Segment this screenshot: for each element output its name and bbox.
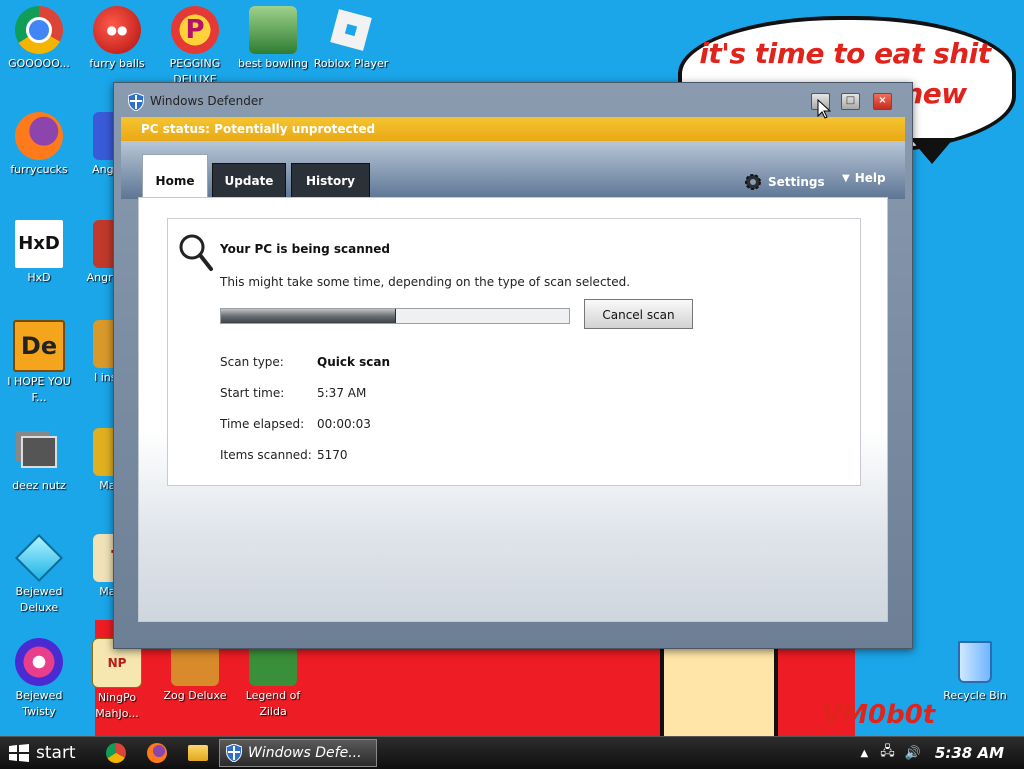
bubble-line-1: it's time to eat shit — [699, 37, 991, 70]
desktop-icon-label: GOOOOO... — [8, 57, 70, 70]
desktop-icon-firefox[interactable]: furrycucks — [0, 112, 78, 178]
time-elapsed-value: 00:00:03 — [317, 417, 371, 431]
chevron-down-icon: ▼ — [842, 172, 850, 184]
desktop-icon-label: Roblox Player — [313, 57, 389, 70]
taskbar: start Windows Defe... ▲ 🖧 🔊 5:38 AM — [0, 736, 1024, 769]
desktop-icon-label: Bejewed Twisty — [15, 689, 63, 718]
maximize-button[interactable]: □ — [841, 93, 860, 110]
close-button[interactable]: × — [873, 93, 892, 110]
desktop-icon-label: HxD — [27, 271, 51, 284]
defender-shield-icon — [128, 93, 144, 111]
desktop-icon-bejewed-twisty[interactable]: Bejewed Twisty — [0, 638, 78, 720]
windows-stack-icon — [15, 428, 63, 476]
scan-progress-fill — [221, 309, 396, 323]
help-label: Help — [854, 171, 886, 185]
volume-icon[interactable]: 🔊 — [905, 746, 921, 761]
red-ball-icon: ●● — [93, 6, 141, 54]
desktop-icon-label: best bowling — [237, 57, 309, 70]
taskbar-chrome-icon[interactable] — [106, 743, 126, 763]
tray-expand-icon[interactable]: ▲ — [861, 748, 869, 759]
mouse-cursor-icon — [817, 99, 831, 119]
desktop-icon-bowling[interactable]: best bowling — [234, 6, 312, 72]
system-tray: ▲ 🖧 🔊 5:38 AM — [861, 737, 1024, 769]
diamond-icon — [14, 533, 64, 583]
defender-window: Windows Defender _ □ × PC status: Potent… — [113, 82, 913, 649]
taskbar-firefox-icon[interactable] — [147, 743, 167, 763]
start-button[interactable]: start — [0, 737, 96, 769]
desktop-icon-label: furrycucks — [10, 163, 68, 176]
tab-history[interactable]: History — [291, 163, 370, 198]
settings-label: Settings — [768, 175, 825, 189]
network-icon[interactable]: 🖧 — [880, 742, 895, 764]
start-time-value: 5:37 AM — [317, 386, 367, 400]
desktop-icon-pegging[interactable]: P PEGGING DELUXE — [156, 6, 234, 88]
start-label: start — [36, 743, 76, 763]
roblox-icon — [327, 6, 375, 54]
de-icon: De — [13, 320, 65, 372]
bowling-icon — [249, 6, 297, 54]
desktop-icon-zilda[interactable]: Legend of Zilda — [234, 638, 312, 720]
pc-status-bar: PC status: Potentially unprotected — [121, 117, 905, 141]
scan-title: Your PC is being scanned — [220, 242, 391, 256]
items-scanned-label: Items scanned: — [220, 448, 312, 462]
help-link[interactable]: ▼ Help — [842, 171, 886, 185]
firefox-icon — [15, 112, 63, 160]
windows-logo-icon — [9, 744, 29, 762]
taskbar-folder-icon[interactable] — [188, 745, 208, 761]
recycle-bin-icon — [951, 638, 999, 686]
desktop-icon-label: I HOPE YOU F... — [7, 375, 71, 404]
desktop-icon-ningpo[interactable]: NP NingPo MahJo... — [78, 638, 156, 722]
tab-home[interactable]: Home — [142, 154, 208, 198]
desktop-icon-hxd[interactable]: HxD HxD — [0, 220, 78, 286]
chrome-icon — [15, 6, 63, 54]
gear-icon — [745, 174, 761, 190]
desktop-icon-recycle-bin[interactable]: Recycle Bin — [936, 638, 1014, 704]
home-content: Your PC is being scanned This might take… — [138, 197, 888, 622]
items-scanned-value: 5170 — [317, 448, 348, 462]
time-elapsed-label: Time elapsed: — [220, 417, 305, 431]
wallpaper-bubble-tail — [910, 138, 954, 164]
desktop-icon-label: deez nutz — [12, 479, 66, 492]
magnifier-icon — [179, 234, 213, 271]
desktop-icon-chrome[interactable]: GOOOOO... — [0, 6, 78, 72]
taskbar-task-defender[interactable]: Windows Defe... — [219, 739, 377, 767]
settings-link[interactable]: Settings — [742, 171, 825, 193]
taskbar-task-label: Windows Defe... — [248, 745, 362, 761]
desktop-icon-label: Bejewed Deluxe — [15, 585, 63, 614]
taskbar-clock[interactable]: 5:38 AM — [935, 744, 1004, 762]
peggle-icon: P — [171, 6, 219, 54]
hxd-icon: HxD — [15, 220, 63, 268]
scan-progress-bar — [220, 308, 570, 324]
wallpaper-signature: VM0b0t — [822, 700, 936, 730]
window-title: Windows Defender — [150, 94, 264, 108]
tab-update[interactable]: Update — [212, 163, 286, 198]
desktop-icon-deez[interactable]: deez nutz — [0, 428, 78, 494]
desktop-icon-label: Zog Deluxe — [163, 689, 227, 702]
desktop-icon-de[interactable]: De I HOPE YOU F... — [0, 320, 78, 406]
desktop-icon-furry-balls[interactable]: ●● furry balls — [78, 6, 156, 72]
scan-type-label: Scan type: — [220, 355, 284, 369]
desktop-icon-label: NingPo MahJo... — [95, 691, 139, 720]
defender-shield-icon — [226, 744, 242, 762]
wallpaper-figure — [660, 640, 778, 736]
desktop-icon-bejewed-deluxe[interactable]: Bejewed Deluxe — [0, 533, 78, 616]
scan-type-value: Quick scan — [317, 355, 391, 369]
scan-description: This might take some time, depending on … — [220, 275, 631, 289]
desktop-icon-roblox[interactable]: Roblox Player — [312, 6, 390, 72]
start-time-label: Start time: — [220, 386, 285, 400]
window-titlebar[interactable]: Windows Defender _ □ × — [114, 83, 912, 117]
scan-panel: Your PC is being scanned This might take… — [167, 218, 861, 486]
desktop-icon-label: Legend of Zilda — [245, 689, 301, 718]
gem-icon — [15, 638, 63, 686]
desktop-icon-label: furry balls — [89, 57, 145, 70]
cancel-scan-button[interactable]: Cancel scan — [584, 299, 693, 329]
desktop-icon-label: Recycle Bin — [943, 689, 1007, 702]
